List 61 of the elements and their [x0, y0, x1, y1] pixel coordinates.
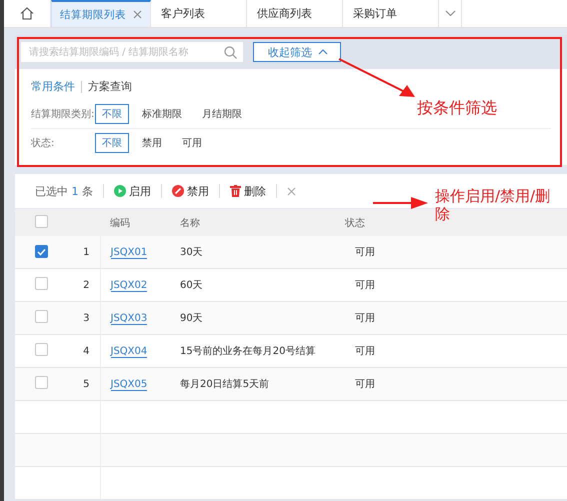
filter-option[interactable]: 禁用: [135, 133, 169, 153]
table-cell: 15号前的业务在每月20号结算: [170, 334, 335, 368]
row-number: 1: [65, 236, 100, 268]
filter-option[interactable]: 不限: [95, 104, 129, 124]
tab[interactable]: 结算期限列表: [51, 0, 151, 27]
table-cell: 60天: [170, 268, 335, 302]
row-checkbox[interactable]: [35, 376, 48, 389]
close-icon[interactable]: [287, 186, 296, 196]
row-checkbox[interactable]: [35, 310, 48, 323]
table-cell: 可用: [335, 334, 392, 368]
table-cell: 可用: [335, 368, 392, 400]
filter-label: 状态:: [31, 136, 56, 150]
row-number: 5: [65, 368, 100, 400]
close-icon[interactable]: [133, 10, 142, 19]
table-cell: 30天: [170, 236, 335, 268]
filter-option[interactable]: 标准期限: [135, 104, 189, 124]
row-number: 4: [65, 334, 100, 368]
select-all-checkbox[interactable]: [35, 214, 48, 228]
filter-option[interactable]: 不限: [95, 133, 129, 153]
block-icon: [172, 185, 184, 197]
tab[interactable]: 供应商列表: [247, 0, 343, 27]
column-header: 状态: [335, 209, 392, 236]
tab[interactable]: 客户列表: [151, 0, 247, 27]
table-cell: 每月20日结算5天前: [170, 368, 335, 400]
tab[interactable]: 采购订单: [343, 0, 439, 27]
table-cell: 可用: [335, 302, 392, 334]
column-header: 编码: [100, 209, 170, 236]
filter-tab[interactable]: 常用条件: [31, 79, 75, 94]
collapse-filter-button[interactable]: 收起筛选: [253, 42, 341, 62]
filter-label: 结算期限类别:: [31, 108, 95, 121]
column-header: 名称: [170, 209, 335, 236]
table-cell: 可用: [335, 236, 392, 268]
filter-tab[interactable]: 方案查询: [88, 79, 132, 94]
code-link[interactable]: JSQX05: [110, 378, 148, 390]
disable-button[interactable]: 禁用: [172, 184, 209, 198]
row-number: 3: [65, 302, 100, 334]
selection-count: 已选中 1 条: [35, 184, 93, 198]
code-link[interactable]: JSQX01: [110, 246, 148, 258]
home-icon[interactable]: [20, 7, 34, 20]
search-field[interactable]: 请搜索结算期限编码 / 结算期限名称: [21, 42, 243, 62]
code-link[interactable]: JSQX02: [110, 280, 148, 292]
row-checkbox[interactable]: [35, 277, 48, 290]
row-checkbox[interactable]: [35, 245, 48, 258]
table-cell: 90天: [170, 302, 335, 334]
table-cell: 可用: [335, 268, 392, 302]
filter-option[interactable]: 可用: [175, 133, 209, 153]
row-checkbox[interactable]: [35, 343, 48, 356]
search-icon: [224, 46, 237, 58]
code-link[interactable]: JSQX03: [110, 312, 148, 324]
play-icon: [114, 185, 126, 197]
filter-option[interactable]: 月结期限: [195, 104, 249, 124]
chevron-down-icon[interactable]: [444, 10, 456, 17]
trash-icon: [230, 185, 241, 197]
delete-button[interactable]: 删除: [230, 184, 266, 198]
code-link[interactable]: JSQX04: [110, 346, 148, 358]
row-number: 2: [65, 268, 100, 302]
chevron-up-icon: [318, 49, 328, 55]
annotation-text: 按条件筛选: [417, 98, 497, 118]
annotation-arrow: [373, 196, 428, 210]
enable-button[interactable]: 启用: [114, 184, 151, 198]
annotation-text: 操作启用/禁用/删除: [435, 187, 552, 223]
